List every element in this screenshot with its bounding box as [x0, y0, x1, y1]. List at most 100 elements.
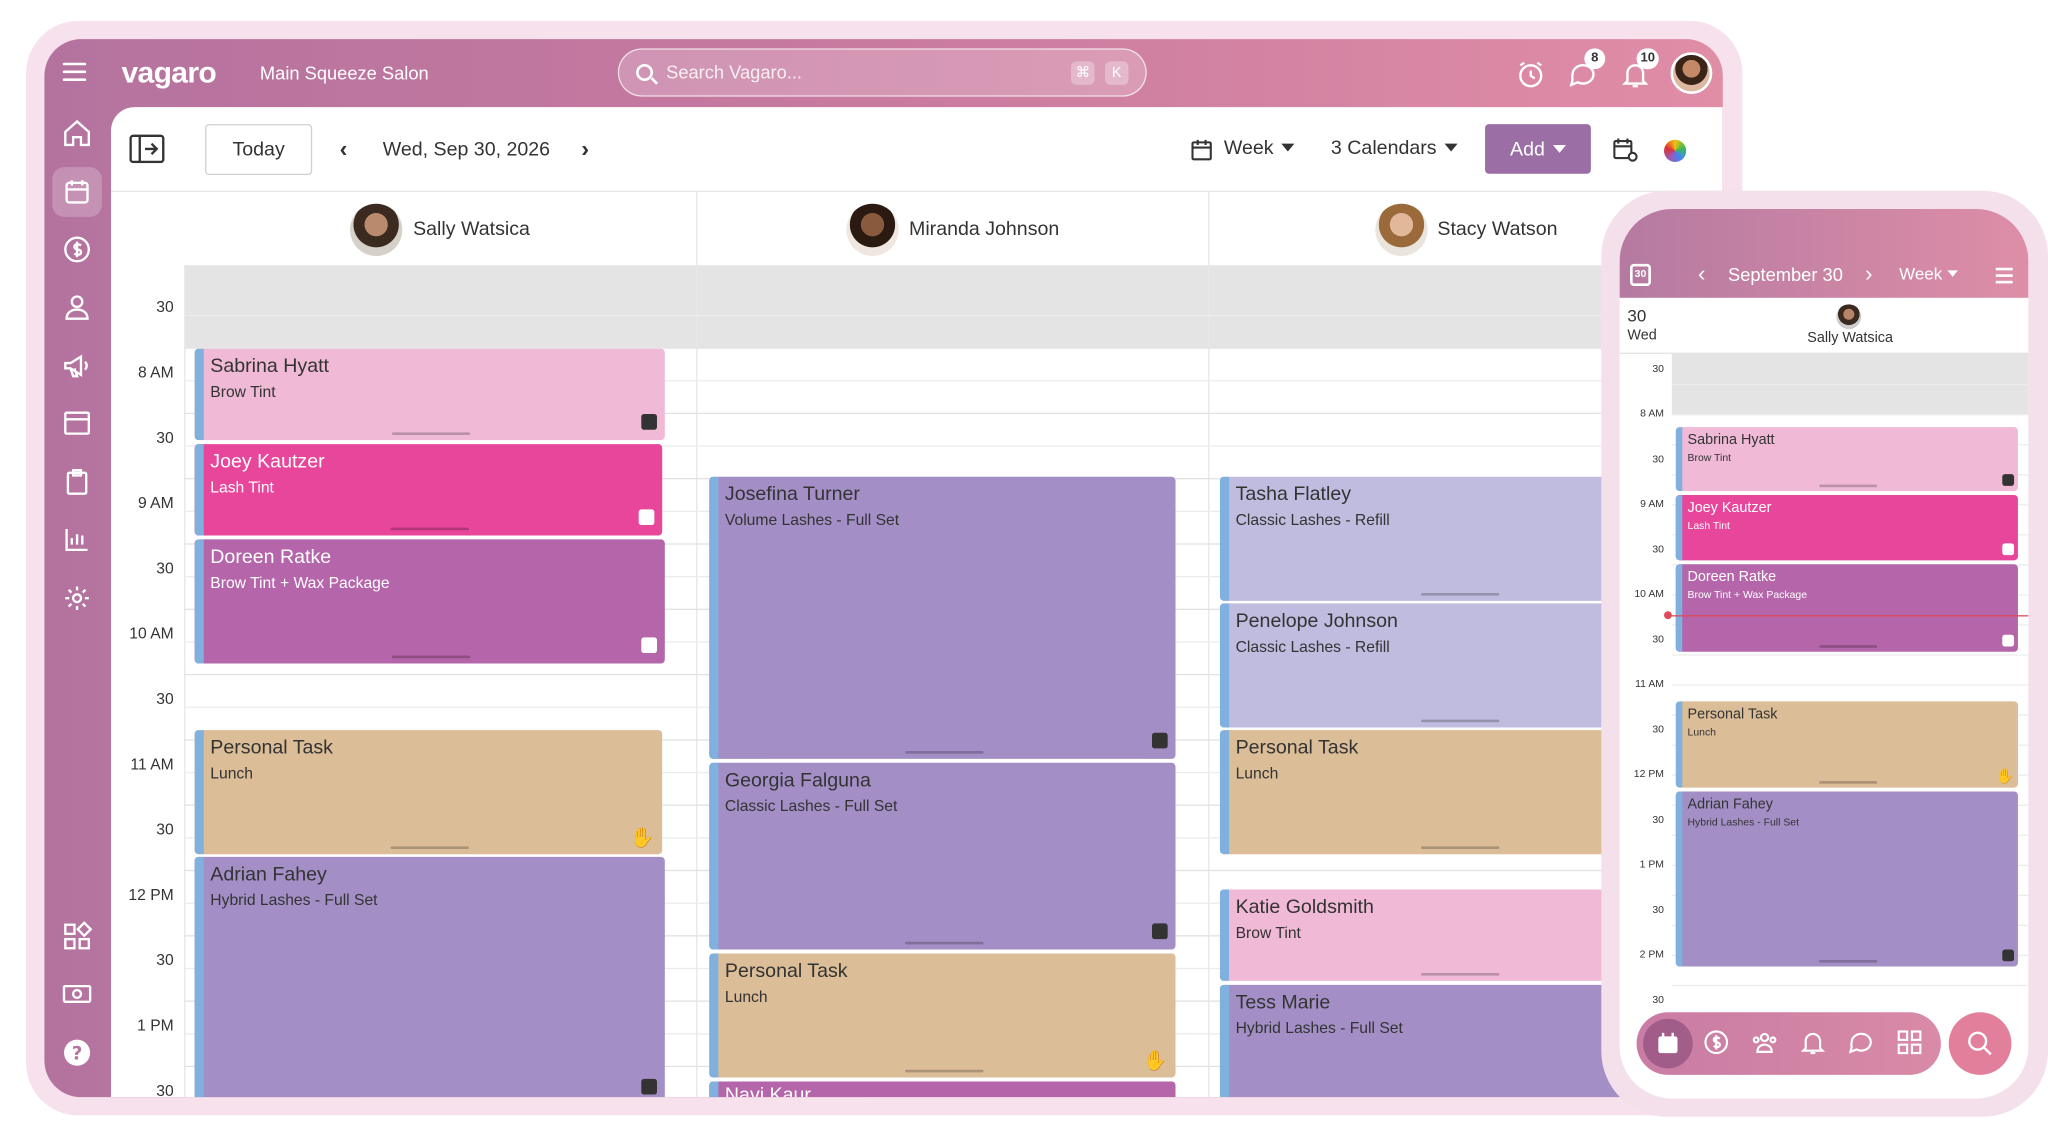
mobile-bell-icon[interactable] — [1799, 1028, 1828, 1057]
mobile-calendar-icon[interactable]: 30 — [1630, 263, 1651, 287]
appointment-card[interactable]: Sabrina Hyatt Brow Tint — [194, 348, 665, 441]
staff-name: Stacy Watson — [1437, 218, 1558, 241]
notifications-badge: 10 — [1636, 48, 1659, 70]
cash-icon[interactable] — [61, 978, 92, 1009]
browser-window-icon[interactable] — [61, 408, 92, 439]
command-key-badge: ⌘ — [1071, 61, 1095, 85]
mobile-next-chevron-icon[interactable]: › — [1865, 261, 1872, 287]
dollar-icon[interactable] — [61, 234, 92, 265]
mobile-time-label: 2 PM — [1639, 948, 1664, 960]
resize-handle[interactable] — [1819, 645, 1877, 648]
time-label: 9 AM — [137, 493, 174, 512]
appointment-card[interactable]: Georgia Falguna Classic Lashes - Full Se… — [709, 762, 1176, 950]
appointment-client: Georgia Falguna — [724, 769, 871, 792]
mobile-calendar-grid: 30 8 AM 30 9 AM 30 10 AM 30 11 AM 30 12 … — [1619, 352, 2029, 1099]
current-time-line — [1667, 615, 2029, 617]
messages-icon[interactable]: 8 — [1567, 48, 1606, 90]
resize-handle[interactable] — [392, 432, 471, 435]
mobile-apps-grid-icon[interactable] — [1895, 1028, 1924, 1057]
appointment-service: Lash Tint — [210, 478, 274, 497]
mobile-previous-chevron-icon[interactable]: ‹ — [1698, 261, 1705, 287]
resize-handle[interactable] — [1421, 973, 1500, 976]
time-label: 30 — [156, 689, 174, 708]
mobile-appointment-card[interactable]: Adrian Fahey Hybrid Lashes - Full Set — [1675, 791, 2018, 967]
add-button[interactable]: Add — [1485, 124, 1591, 174]
resize-handle[interactable] — [1421, 592, 1500, 596]
previous-day-chevron-icon[interactable]: ‹ — [340, 136, 348, 163]
mobile-date-title: September 30 — [1727, 263, 1843, 285]
resize-handle[interactable] — [1819, 781, 1877, 784]
clipboard-icon[interactable] — [61, 466, 92, 497]
mobile-dollar-icon[interactable] — [1702, 1028, 1731, 1057]
mobile-appointment-card[interactable]: Joey Kautzer Lash Tint — [1675, 495, 2018, 561]
resize-handle[interactable] — [1421, 719, 1500, 723]
mobile-customers-icon[interactable] — [1750, 1028, 1779, 1057]
note-icon — [2002, 949, 2015, 962]
resize-handle[interactable] — [1819, 959, 1877, 963]
mobile-calendar-nav-icon[interactable] — [1643, 1018, 1693, 1069]
settings-gear-icon[interactable] — [61, 583, 92, 614]
calendar-settings-icon[interactable] — [1613, 137, 1639, 163]
mobile-chat-icon[interactable] — [1847, 1028, 1876, 1057]
appointment-service: Hybrid Lashes - Full Set — [210, 890, 378, 910]
help-icon[interactable]: ? — [61, 1037, 92, 1068]
appointment-card[interactable]: Josefina Turner Volume Lashes - Full Set — [709, 476, 1176, 759]
alarm-clock-icon[interactable] — [1515, 59, 1546, 90]
time-label: 30 — [156, 820, 174, 839]
mobile-app-screen: 30 ‹ September 30 › Week 30 Wed Sally Wa… — [1619, 208, 2029, 1099]
appointment-service: Lash Tint — [1687, 519, 1730, 532]
appointment-card[interactable]: Adrian Fahey Hybrid Lashes - Full Set — [194, 856, 665, 1098]
appointment-client: Joey Kautzer — [1687, 500, 1772, 516]
color-wheel-icon[interactable] — [1663, 139, 1687, 162]
megaphone-icon[interactable] — [61, 350, 92, 381]
note-icon — [638, 509, 655, 526]
current-date: Wed, Sep 30, 2026 — [382, 138, 551, 161]
view-select[interactable]: Week — [1224, 137, 1295, 159]
calendars-label: 3 Calendars — [1330, 137, 1437, 160]
appointment-service: Lunch — [724, 987, 768, 1006]
resize-handle[interactable] — [1819, 484, 1877, 488]
resize-handle[interactable] — [1421, 846, 1500, 849]
staff-avatar — [1374, 203, 1427, 256]
calendar-main: Today ‹ Wed, Sep 30, 2026 › Week 3 Calen… — [111, 107, 1723, 1098]
resize-handle[interactable] — [905, 941, 984, 945]
appointment-card[interactable]: Navi Kaur — [709, 1081, 1176, 1098]
resize-handle[interactable] — [390, 846, 470, 849]
user-avatar[interactable] — [1670, 52, 1713, 95]
today-button[interactable]: Today — [205, 124, 313, 176]
mobile-view-select[interactable]: Week — [1899, 264, 1958, 283]
next-day-chevron-icon[interactable]: › — [581, 136, 589, 163]
calendars-select[interactable]: 3 Calendars — [1331, 137, 1458, 159]
mobile-time-label: 30 — [1652, 723, 1664, 736]
resize-handle[interactable] — [905, 751, 984, 754]
appointment-card[interactable]: Doreen Ratke Brow Tint + Wax Package — [194, 539, 665, 664]
reports-chart-icon[interactable] — [61, 524, 92, 555]
time-label: 30 — [156, 428, 174, 447]
appointment-service: Hybrid Lashes - Full Set — [1687, 816, 1800, 829]
calendar-icon[interactable] — [52, 167, 102, 217]
mobile-appointment-card[interactable]: Doreen Ratke Brow Tint + Wax Package — [1675, 564, 2018, 652]
resize-handle[interactable] — [905, 1069, 984, 1073]
resize-handle[interactable] — [390, 527, 470, 531]
mobile-appointment-card[interactable]: Sabrina Hyatt Brow Tint — [1675, 427, 2018, 492]
staff-header-miranda[interactable]: Miranda Johnson — [696, 191, 1208, 267]
appointment-card[interactable]: Personal Task Lunch ✋ — [194, 730, 663, 855]
notifications-bell-icon[interactable]: 10 — [1620, 48, 1659, 90]
home-icon[interactable] — [61, 118, 92, 149]
apps-grid-icon[interactable] — [61, 921, 93, 952]
hamburger-menu-icon[interactable] — [62, 62, 87, 81]
resize-handle[interactable] — [392, 655, 471, 659]
customer-icon[interactable] — [61, 291, 92, 322]
collapse-panel-icon[interactable] — [129, 134, 165, 164]
search-input[interactable] — [666, 61, 1045, 83]
mobile-time-label: 30 — [1652, 903, 1664, 916]
mobile-search-icon[interactable] — [1948, 1012, 2012, 1075]
appointment-card[interactable]: Personal Task Lunch ✋ — [709, 953, 1176, 1078]
appointment-service: Brow Tint — [210, 382, 276, 401]
time-label: 1 PM — [137, 1016, 174, 1035]
appointment-card[interactable]: Joey Kautzer Lash Tint — [194, 444, 663, 536]
mobile-menu-icon[interactable] — [1995, 267, 2013, 288]
mobile-time-label: 30 — [1652, 993, 1664, 1006]
mobile-appointment-card[interactable]: Personal Task Lunch ✋ — [1675, 701, 2018, 788]
staff-header-sally[interactable]: Sally Watsica — [184, 192, 696, 266]
